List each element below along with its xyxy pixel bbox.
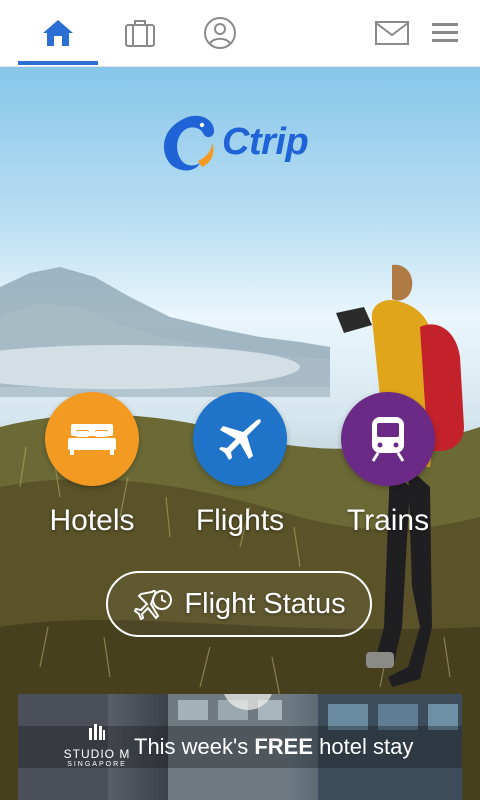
messages-button[interactable]: [364, 0, 420, 66]
flights-label: Flights: [195, 504, 285, 537]
airplane-icon: [219, 419, 261, 460]
tab-home[interactable]: [18, 0, 98, 66]
banner-text-after: hotel stay: [313, 734, 414, 759]
studio-name: STUDIO M: [63, 747, 131, 761]
menu-button[interactable]: [420, 0, 470, 66]
hero-section: Ctrip Hotels Flights Trains Flight Statu…: [0, 67, 480, 800]
trains-circle: [341, 392, 435, 486]
banner-headline: This week's FREE hotel stay: [134, 734, 413, 760]
studio-m-logo: STUDIO M SINGAPORE: [62, 724, 132, 768]
hamburger-menu-icon: [432, 23, 458, 42]
flight-status-label: Flight Status: [184, 587, 346, 620]
trains-button[interactable]: Trains: [328, 392, 448, 538]
mail-icon: [375, 21, 409, 45]
flight-clock-icon: [134, 589, 173, 621]
ctrip-logo: Ctrip: [160, 107, 330, 177]
banner-text-bold: FREE: [254, 734, 314, 759]
top-nav-bar: [0, 0, 480, 67]
promo-banner[interactable]: STUDIO M SINGAPORE This week's FREE hote…: [18, 694, 462, 800]
dolphin-logo-icon: [163, 115, 214, 171]
flight-status-button[interactable]: Flight Status: [106, 571, 372, 637]
banner-text-before: This week's: [134, 734, 255, 759]
trains-label: Trains: [346, 504, 430, 537]
hotels-button[interactable]: Hotels: [32, 392, 152, 538]
bed-icon: [68, 424, 116, 455]
suitcase-icon: [125, 20, 155, 47]
hotels-circle: [45, 392, 139, 486]
studio-city: SINGAPORE: [67, 761, 127, 768]
logo-text: Ctrip: [222, 120, 309, 163]
flights-circle: [193, 392, 287, 486]
tab-trips[interactable]: [100, 0, 180, 66]
hotels-label: Hotels: [49, 504, 135, 537]
tab-account[interactable]: [180, 0, 260, 66]
home-icon: [43, 20, 73, 46]
user-icon: [204, 17, 236, 49]
flights-button[interactable]: Flights: [180, 392, 300, 538]
building-logo-icon: [89, 724, 105, 740]
train-icon: [371, 417, 405, 462]
